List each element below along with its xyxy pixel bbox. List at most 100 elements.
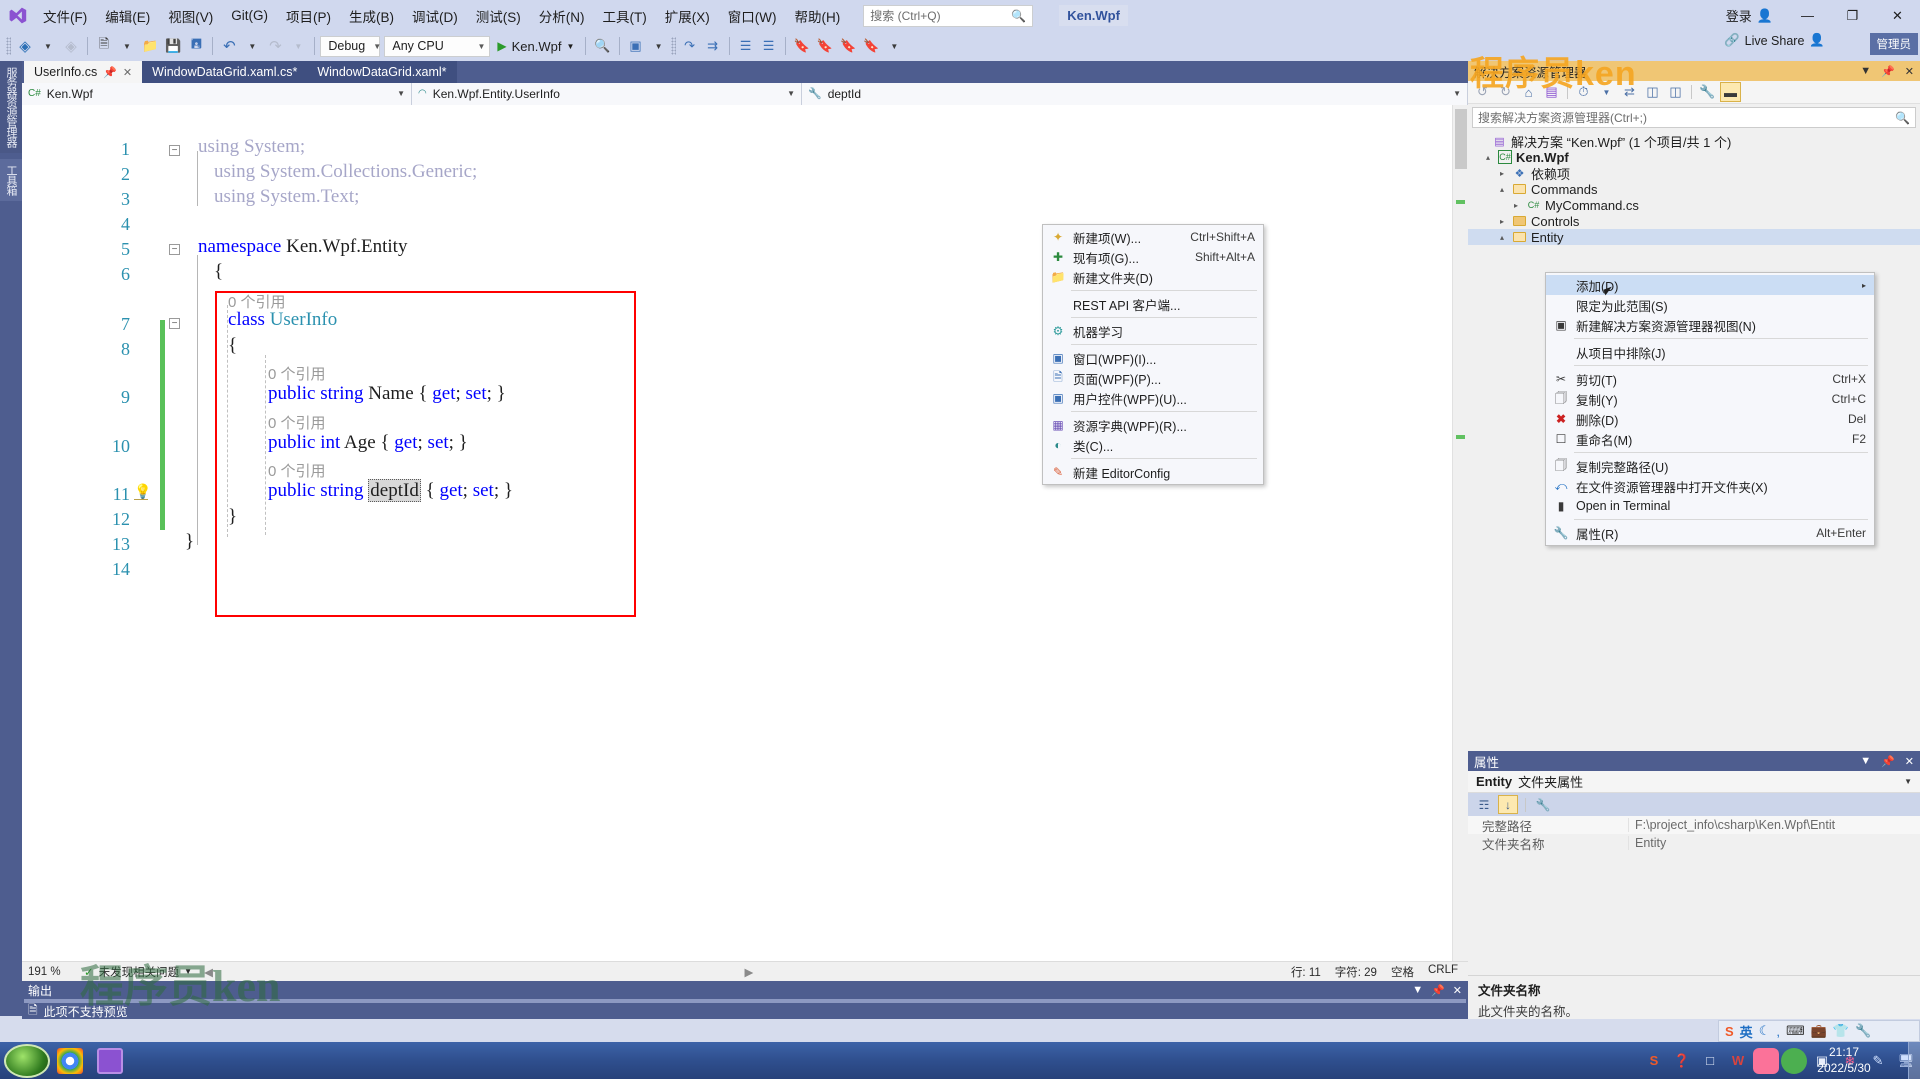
save-icon[interactable]: 💾 bbox=[162, 33, 184, 59]
fold-toggle[interactable]: − bbox=[169, 244, 180, 255]
menu-item-machine-learning[interactable]: ⚙ 机器学习 bbox=[1043, 321, 1263, 341]
solution-search-input[interactable]: 搜索解决方案资源管理器(Ctrl+;) 🔍 bbox=[1472, 107, 1916, 128]
undo-icon[interactable]: ↶ bbox=[218, 33, 240, 59]
twisty[interactable]: ▴ bbox=[1496, 233, 1508, 242]
chevron-down-icon[interactable]: ▼ bbox=[1860, 65, 1871, 78]
properties-window-icon[interactable]: ◫ bbox=[1665, 82, 1686, 102]
start-debug-button[interactable]: ▶ Ken.Wpf ▼ bbox=[491, 34, 580, 59]
pin-icon[interactable]: 📌 bbox=[103, 66, 117, 79]
menu-item-properties[interactable]: 🔧 属性(R) Alt+Enter bbox=[1546, 523, 1874, 543]
close-icon[interactable]: ✕ bbox=[123, 66, 132, 79]
taskbar-clock[interactable]: 21:17 2022/5/30 bbox=[1794, 1044, 1894, 1076]
tray-overflow-icon[interactable]: □ bbox=[1696, 1044, 1724, 1077]
prev-bookmark-icon[interactable]: 🔖 bbox=[814, 33, 836, 59]
toolbar-grip[interactable] bbox=[6, 37, 11, 55]
outdent-icon[interactable]: ☰ bbox=[758, 33, 780, 59]
live-share-button[interactable]: 🔗 Live Share 👤 bbox=[1724, 33, 1825, 48]
minimize-button[interactable]: — bbox=[1785, 0, 1830, 31]
taskbar-chrome-button[interactable] bbox=[50, 1044, 90, 1077]
preview-selected-items-icon[interactable]: ▬ bbox=[1720, 82, 1741, 102]
menu-item-window-wpf[interactable]: ▣ 窗口(WPF)(I)... bbox=[1043, 348, 1263, 368]
codelens-age[interactable]: 0 个引用 bbox=[268, 412, 326, 433]
solution-icon[interactable]: ▤ bbox=[1541, 82, 1562, 102]
navigate-back-icon[interactable]: ◈ bbox=[14, 33, 36, 59]
tree-item-dependencies[interactable]: ▸ ❖ 依赖项 bbox=[1468, 165, 1920, 182]
pending-changes-icon[interactable]: ⏱ bbox=[1573, 82, 1594, 102]
tree-item-commands[interactable]: ▴ Commands bbox=[1468, 181, 1920, 197]
fold-toggle[interactable]: − bbox=[169, 145, 180, 156]
menu-git[interactable]: Git(G) bbox=[222, 3, 277, 28]
new-project-icon[interactable]: 🗎 bbox=[93, 33, 115, 59]
menu-item-exclude-from-project[interactable]: 从项目中排除(J) bbox=[1546, 342, 1874, 362]
pin-icon[interactable]: 📌 bbox=[1881, 755, 1895, 768]
redo-dropdown-icon[interactable]: ▼ bbox=[287, 33, 309, 59]
toolbox-tray-icon[interactable]: 💼 bbox=[1811, 1023, 1827, 1039]
toolbar-overflow-icon[interactable]: ▼ bbox=[883, 33, 905, 59]
tray-wps-icon[interactable]: W bbox=[1724, 1044, 1752, 1077]
save-all-icon[interactable]: 🖪 bbox=[185, 33, 207, 59]
menu-item-resource-dictionary-wpf[interactable]: ▦ 资源字典(WPF)(R)... bbox=[1043, 415, 1263, 435]
menu-item-usercontrol-wpf[interactable]: ▣ 用户控件(WPF)(U)... bbox=[1043, 388, 1263, 408]
keyboard-icon[interactable]: ⌨ bbox=[1786, 1023, 1805, 1039]
close-icon[interactable]: ✕ bbox=[1905, 65, 1914, 78]
menu-item-new-editorconfig[interactable]: ✎ 新建 EditorConfig bbox=[1043, 462, 1263, 482]
tree-item-controls[interactable]: ▸ Controls bbox=[1468, 213, 1920, 229]
sidebar-item-server-explorer[interactable]: 服务器资源管理器 bbox=[0, 61, 22, 153]
sign-in-button[interactable]: 登录 👤 bbox=[1714, 6, 1785, 25]
menu-analyze[interactable]: 分析(N) bbox=[530, 1, 594, 31]
live-preview-icon[interactable]: ▣ bbox=[625, 33, 647, 59]
close-icon[interactable]: ✕ bbox=[1453, 984, 1462, 997]
wrench-icon[interactable]: 🔧 bbox=[1697, 82, 1718, 102]
menu-item-open-folder-in-file-explorer[interactable]: ⤺ 在文件资源管理器中打开文件夹(X) bbox=[1546, 476, 1874, 496]
editor-vertical-scrollbar[interactable] bbox=[1452, 105, 1468, 965]
menu-debug[interactable]: 调试(D) bbox=[403, 1, 467, 31]
tray-help-icon[interactable]: ❓ bbox=[1668, 1044, 1696, 1077]
pin-icon[interactable]: 📌 bbox=[1881, 65, 1895, 78]
issue-status[interactable]: ✓ 未发现相关问题 ▼ bbox=[84, 964, 192, 980]
menu-tools[interactable]: 工具(T) bbox=[594, 1, 656, 31]
navigate-back-dropdown-icon[interactable]: ▼ bbox=[37, 33, 59, 59]
undo-dropdown-icon[interactable]: ▼ bbox=[241, 33, 263, 59]
document-tab-userinfo[interactable]: UserInfo.cs 📌 ✕ bbox=[24, 61, 143, 83]
menu-test[interactable]: 测试(S) bbox=[467, 1, 530, 31]
solution-platform-select[interactable]: Any CPU ▼ bbox=[384, 35, 491, 57]
new-project-dropdown-icon[interactable]: ▼ bbox=[116, 33, 138, 59]
twisty[interactable]: ▸ bbox=[1496, 169, 1508, 178]
zoom-level[interactable]: 191 % bbox=[22, 966, 84, 978]
sidebar-item-toolbox[interactable]: 工具箱 bbox=[0, 159, 22, 201]
menu-project[interactable]: 项目(P) bbox=[277, 1, 340, 31]
navbar-type-select[interactable]: ◠ Ken.Wpf.Entity.UserInfo ▼ bbox=[412, 82, 802, 105]
menu-item-page-wpf[interactable]: 🗎 页面(WPF)(P)... bbox=[1043, 368, 1263, 388]
menu-item-scope-to-this[interactable]: 限定为此范围(S) bbox=[1546, 295, 1874, 315]
live-preview-dropdown-icon[interactable]: ▼ bbox=[648, 33, 670, 59]
property-row[interactable]: 文件夹名称 Entity bbox=[1468, 834, 1920, 852]
codelens-deptid[interactable]: 0 个引用 bbox=[268, 460, 326, 481]
document-tab-windowdatagrid-xaml[interactable]: WindowDataGrid.xaml* bbox=[307, 61, 457, 83]
next-bookmark-icon[interactable]: 🔖 bbox=[837, 33, 859, 59]
menu-build[interactable]: 生成(B) bbox=[340, 1, 403, 31]
step-into-icon[interactable]: ↷ bbox=[679, 33, 701, 59]
menu-item-copy-full-path[interactable]: 🗍 复制完整路径(U) bbox=[1546, 456, 1874, 476]
clear-bookmarks-icon[interactable]: 🔖 bbox=[860, 33, 882, 59]
sync-icon[interactable]: ⇄ bbox=[1619, 82, 1640, 102]
navbar-member-select[interactable]: 🔧 deptId ▼ bbox=[802, 82, 1468, 105]
step-over-icon[interactable]: ⇉ bbox=[702, 33, 724, 59]
taskbar-visual-studio-button[interactable] bbox=[90, 1044, 130, 1077]
bookmark-icon[interactable]: 🔖 bbox=[791, 33, 813, 59]
home-icon[interactable]: ⌂ bbox=[1518, 82, 1539, 102]
collapse-all-icon[interactable]: ◫ bbox=[1642, 82, 1663, 102]
menu-item-existing-item[interactable]: ✚ 现有项(G)... Shift+Alt+A bbox=[1043, 247, 1263, 267]
pin-icon[interactable]: 📌 bbox=[1431, 984, 1445, 997]
back-icon[interactable]: ↺ bbox=[1472, 82, 1493, 102]
navigate-forward-icon[interactable]: ◈ bbox=[60, 33, 82, 59]
open-file-icon[interactable]: 📁 bbox=[139, 33, 161, 59]
tray-bilibili-icon[interactable] bbox=[1752, 1044, 1780, 1077]
global-search-input[interactable]: 搜索 (Ctrl+Q) 🔍 bbox=[863, 4, 1034, 27]
menu-file[interactable]: 文件(F) bbox=[34, 1, 96, 31]
tree-item-mycommand-cs[interactable]: ▸ C# MyCommand.cs bbox=[1468, 197, 1920, 213]
menu-item-rest-api-client[interactable]: REST API 客户端... bbox=[1043, 294, 1263, 314]
forward-icon[interactable]: ↻ bbox=[1495, 82, 1516, 102]
navbar-project-select[interactable]: C# Ken.Wpf ▼ bbox=[22, 82, 412, 105]
close-icon[interactable]: ✕ bbox=[1905, 755, 1914, 768]
quick-actions-bulb-icon[interactable]: 💡 bbox=[134, 483, 151, 499]
